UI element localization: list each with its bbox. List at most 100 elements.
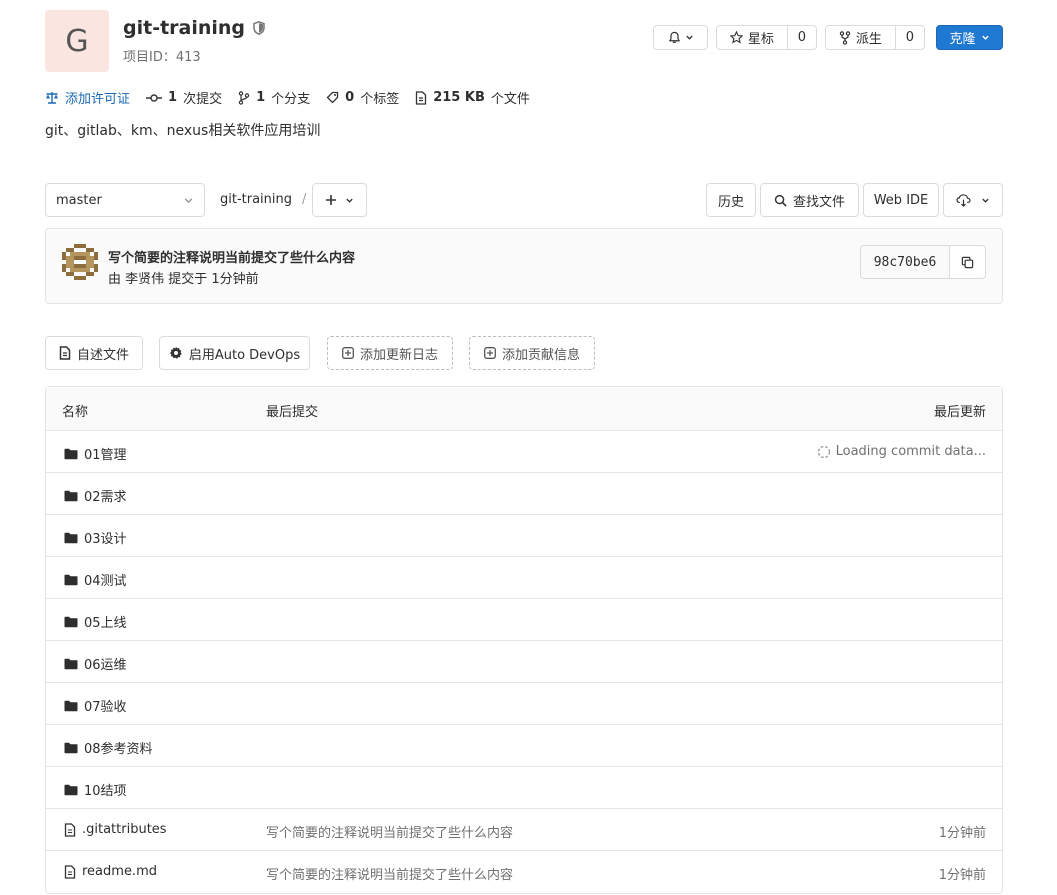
plus-icon — [325, 194, 337, 206]
commits-stat[interactable]: 1 次提交 — [146, 88, 222, 107]
folder-icon — [64, 742, 78, 754]
find-file-button[interactable]: 查找文件 — [760, 183, 859, 217]
add-changelog-label: 添加更新日志 — [359, 347, 438, 363]
commit-meta: 由 李贤伟 提交于 1分钟前 — [108, 272, 259, 287]
fork-icon — [839, 30, 851, 45]
chevron-down-icon — [981, 33, 990, 42]
folder-name[interactable]: 06运维 — [84, 654, 127, 673]
folder-icon — [64, 574, 78, 586]
folder-icon — [64, 784, 78, 796]
enable-auto-devops-button[interactable]: 启用Auto DevOps — [159, 336, 310, 370]
folder-name[interactable]: 02需求 — [84, 486, 127, 505]
chevron-down-icon — [685, 33, 694, 42]
table-row[interactable]: .gitattributes 写个简要的注释说明当前提交了些什么内容 1分钟前 — [46, 809, 1002, 851]
table-row[interactable]: 06运维 — [46, 641, 1002, 683]
star-label: 星标 — [747, 32, 774, 47]
breadcrumb-root[interactable]: git-training — [220, 192, 292, 207]
file-icon — [64, 864, 76, 879]
table-row[interactable]: 07验收 — [46, 683, 1002, 725]
branch-icon — [238, 90, 250, 105]
add-changelog-button[interactable]: 添加更新日志 — [327, 336, 453, 370]
files-size-stat[interactable]: 215 KB 个文件 — [415, 88, 530, 107]
tags-label: 个标签 — [360, 92, 400, 107]
folder-icon — [64, 700, 78, 712]
files-size-label: 个文件 — [490, 92, 530, 107]
download-icon — [956, 193, 971, 207]
fork-count[interactable]: 0 — [894, 26, 924, 49]
add-contributing-label: 添加贡献信息 — [501, 347, 580, 363]
folder-icon — [64, 658, 78, 670]
copy-sha-button[interactable] — [949, 246, 985, 278]
file-icon — [64, 822, 76, 837]
files-size-value: 215 KB — [433, 90, 485, 105]
shield-icon — [253, 21, 265, 35]
table-row[interactable]: 01管理 Loading commit data... — [46, 431, 1002, 473]
breadcrumb-separator: / — [302, 192, 307, 207]
find-file-label: 查找文件 — [792, 194, 845, 210]
star-count[interactable]: 0 — [786, 26, 816, 49]
breadcrumb: git-training / — [220, 192, 306, 207]
clone-label: 克隆 — [949, 32, 976, 47]
project-name[interactable]: git-training — [123, 17, 245, 39]
gear-icon — [169, 346, 183, 360]
table-row[interactable]: 02需求 — [46, 473, 1002, 515]
file-name[interactable]: readme.md — [82, 864, 157, 879]
web-ide-button[interactable]: Web IDE — [863, 183, 939, 217]
folder-name[interactable]: 05上线 — [84, 612, 127, 631]
add-contributing-button[interactable]: 添加贡献信息 — [469, 336, 595, 370]
commit-author-avatar[interactable] — [62, 244, 98, 280]
download-dropdown-button[interactable] — [943, 183, 1003, 217]
loading-commit-data: Loading commit data... — [817, 444, 986, 459]
loading-text: Loading commit data... — [835, 444, 986, 459]
history-button[interactable]: 历史 — [706, 183, 756, 217]
folder-name[interactable]: 01管理 — [84, 444, 127, 463]
commit-title[interactable]: 写个简要的注释说明当前提交了些什么内容 — [108, 247, 355, 266]
chevron-down-icon — [345, 196, 354, 205]
commit-icon — [146, 93, 163, 103]
project-id: 项目ID：413 — [123, 50, 201, 65]
fork-button[interactable]: 派生 0 — [825, 25, 925, 50]
table-row[interactable]: 08参考资料 — [46, 725, 1002, 767]
bell-icon — [668, 31, 681, 44]
commit-sha[interactable]: 98c70be6 — [861, 246, 949, 278]
file-icon — [415, 90, 427, 105]
readme-button[interactable]: 自述文件 — [45, 336, 143, 370]
file-tree-header: 名称 最后提交 最后更新 — [46, 387, 1002, 431]
table-row[interactable]: 03设计 — [46, 515, 1002, 557]
table-row[interactable]: 05上线 — [46, 599, 1002, 641]
table-row[interactable]: 10结项 — [46, 767, 1002, 809]
file-commit-message[interactable]: 写个简要的注释说明当前提交了些什么内容 — [266, 822, 513, 841]
star-button[interactable]: 星标 0 — [716, 25, 817, 50]
file-commit-message[interactable]: 写个简要的注释说明当前提交了些什么内容 — [266, 864, 513, 883]
plus-square-icon — [484, 347, 496, 359]
file-tree-table: 名称 最后提交 最后更新 01管理 Loading commit data...… — [45, 386, 1003, 894]
folder-icon — [64, 448, 78, 460]
folder-icon — [64, 490, 78, 502]
add-dropdown-button[interactable] — [312, 183, 367, 217]
project-avatar-letter: G — [65, 23, 89, 59]
plus-square-icon — [342, 347, 354, 359]
branch-select[interactable]: master — [45, 183, 205, 217]
folder-name[interactable]: 07验收 — [84, 696, 127, 715]
add-license-link[interactable]: 添加许可证 — [45, 88, 130, 107]
folder-name[interactable]: 03设计 — [84, 528, 127, 547]
tags-stat[interactable]: 0 个标签 — [326, 88, 399, 107]
clone-dropdown-button[interactable]: 克隆 — [936, 25, 1003, 50]
file-icon — [59, 346, 71, 360]
folder-name[interactable]: 04测试 — [84, 570, 127, 589]
branches-stat[interactable]: 1 个分支 — [238, 88, 310, 107]
add-license-label: 添加许可证 — [65, 92, 131, 107]
file-name[interactable]: .gitattributes — [82, 822, 167, 837]
notification-dropdown-button[interactable] — [653, 25, 708, 50]
branches-count: 1 — [256, 90, 266, 105]
folder-name[interactable]: 10结项 — [84, 780, 127, 799]
copy-icon — [961, 256, 974, 269]
enable-auto-devops-label: 启用Auto DevOps — [188, 347, 301, 363]
file-updated-time: 1分钟前 — [938, 826, 986, 841]
folder-name[interactable]: 08参考资料 — [84, 738, 153, 757]
table-row[interactable]: 04测试 — [46, 557, 1002, 599]
table-row[interactable]: readme.md 写个简要的注释说明当前提交了些什么内容 1分钟前 — [46, 851, 1002, 893]
folder-icon — [64, 532, 78, 544]
column-last-commit: 最后提交 — [266, 405, 319, 420]
chevron-down-icon — [981, 196, 990, 205]
